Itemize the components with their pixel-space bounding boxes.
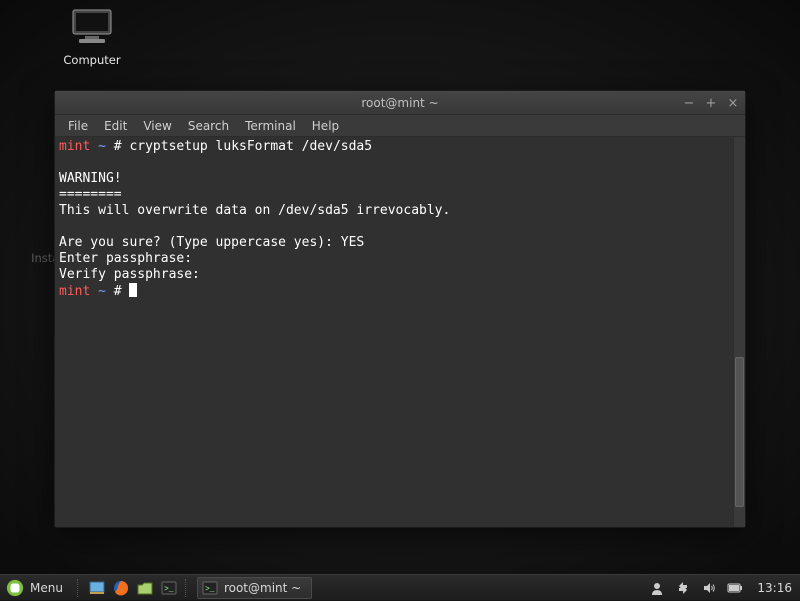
- terminal-line: YES: [341, 235, 364, 250]
- show-desktop-icon: [89, 581, 105, 595]
- window-title: root@mint ~: [361, 96, 438, 110]
- prompt-host: mint: [59, 139, 90, 154]
- volume-icon[interactable]: [701, 580, 717, 596]
- desktop: Computer Home Install Linux Mint root@mi…: [0, 0, 800, 600]
- terminal-line: Are you sure? (Type uppercase yes):: [59, 235, 341, 250]
- menu-button-label: Menu: [30, 581, 63, 595]
- menu-button[interactable]: Menu: [0, 575, 73, 601]
- firefox-launcher[interactable]: [109, 577, 133, 599]
- taskbar-clock[interactable]: 13:16: [753, 581, 792, 595]
- terminal-line: WARNING!: [59, 171, 122, 186]
- battery-icon[interactable]: [727, 580, 743, 596]
- user-icon[interactable]: [649, 580, 665, 596]
- terminal-window: root@mint ~ − + × File Edit View Search …: [54, 90, 746, 528]
- menu-file[interactable]: File: [61, 117, 95, 135]
- network-icon[interactable]: [675, 580, 691, 596]
- prompt-cwd: ~: [98, 139, 106, 154]
- minimize-icon[interactable]: −: [681, 95, 697, 111]
- maximize-icon[interactable]: +: [703, 95, 719, 111]
- taskbar: Menu >_ >_ root@mint ~ 13:16: [0, 574, 800, 600]
- show-desktop-button[interactable]: [85, 577, 109, 599]
- window-titlebar[interactable]: root@mint ~ − + ×: [55, 91, 745, 115]
- mint-logo-icon: [6, 579, 24, 597]
- terminal-cursor: [129, 283, 137, 297]
- file-manager-icon: [137, 581, 153, 595]
- menu-search[interactable]: Search: [181, 117, 236, 135]
- prompt-symbol: #: [114, 284, 122, 299]
- prompt-cwd: ~: [98, 284, 106, 299]
- system-tray: 13:16: [649, 580, 800, 596]
- menu-help[interactable]: Help: [305, 117, 346, 135]
- prompt-symbol: #: [114, 139, 122, 154]
- computer-icon: [52, 8, 132, 49]
- menubar: File Edit View Search Terminal Help: [55, 115, 745, 137]
- firefox-icon: [113, 580, 129, 596]
- terminal-line: This will overwrite data on /dev/sda5 ir…: [59, 203, 450, 218]
- menu-terminal[interactable]: Terminal: [238, 117, 303, 135]
- terminal-line: Enter passphrase:: [59, 251, 200, 266]
- close-icon[interactable]: ×: [725, 95, 741, 111]
- taskbar-task-label: root@mint ~: [224, 581, 301, 595]
- svg-text:>_: >_: [164, 585, 174, 594]
- terminal-icon: >_: [202, 581, 218, 595]
- menu-view[interactable]: View: [136, 117, 178, 135]
- terminal-viewport[interactable]: mint ~ # cryptsetup luksFormat /dev/sda5…: [55, 137, 733, 527]
- desktop-icon-label: Computer: [52, 53, 132, 67]
- terminal-launcher[interactable]: >_: [157, 577, 181, 599]
- terminal-icon: >_: [161, 581, 177, 595]
- terminal-line: Verify passphrase:: [59, 267, 208, 282]
- svg-text:>_: >_: [205, 585, 215, 594]
- terminal-command: cryptsetup luksFormat /dev/sda5: [129, 139, 372, 154]
- terminal-line: ========: [59, 187, 122, 202]
- menu-edit[interactable]: Edit: [97, 117, 134, 135]
- terminal-scrollbar[interactable]: [733, 137, 745, 527]
- prompt-host: mint: [59, 284, 90, 299]
- desktop-icon-computer[interactable]: Computer: [52, 8, 132, 67]
- taskbar-separator: [77, 579, 81, 597]
- files-launcher[interactable]: [133, 577, 157, 599]
- taskbar-task-terminal[interactable]: >_ root@mint ~: [197, 577, 312, 599]
- taskbar-separator: [185, 579, 189, 597]
- scrollbar-thumb[interactable]: [735, 357, 744, 507]
